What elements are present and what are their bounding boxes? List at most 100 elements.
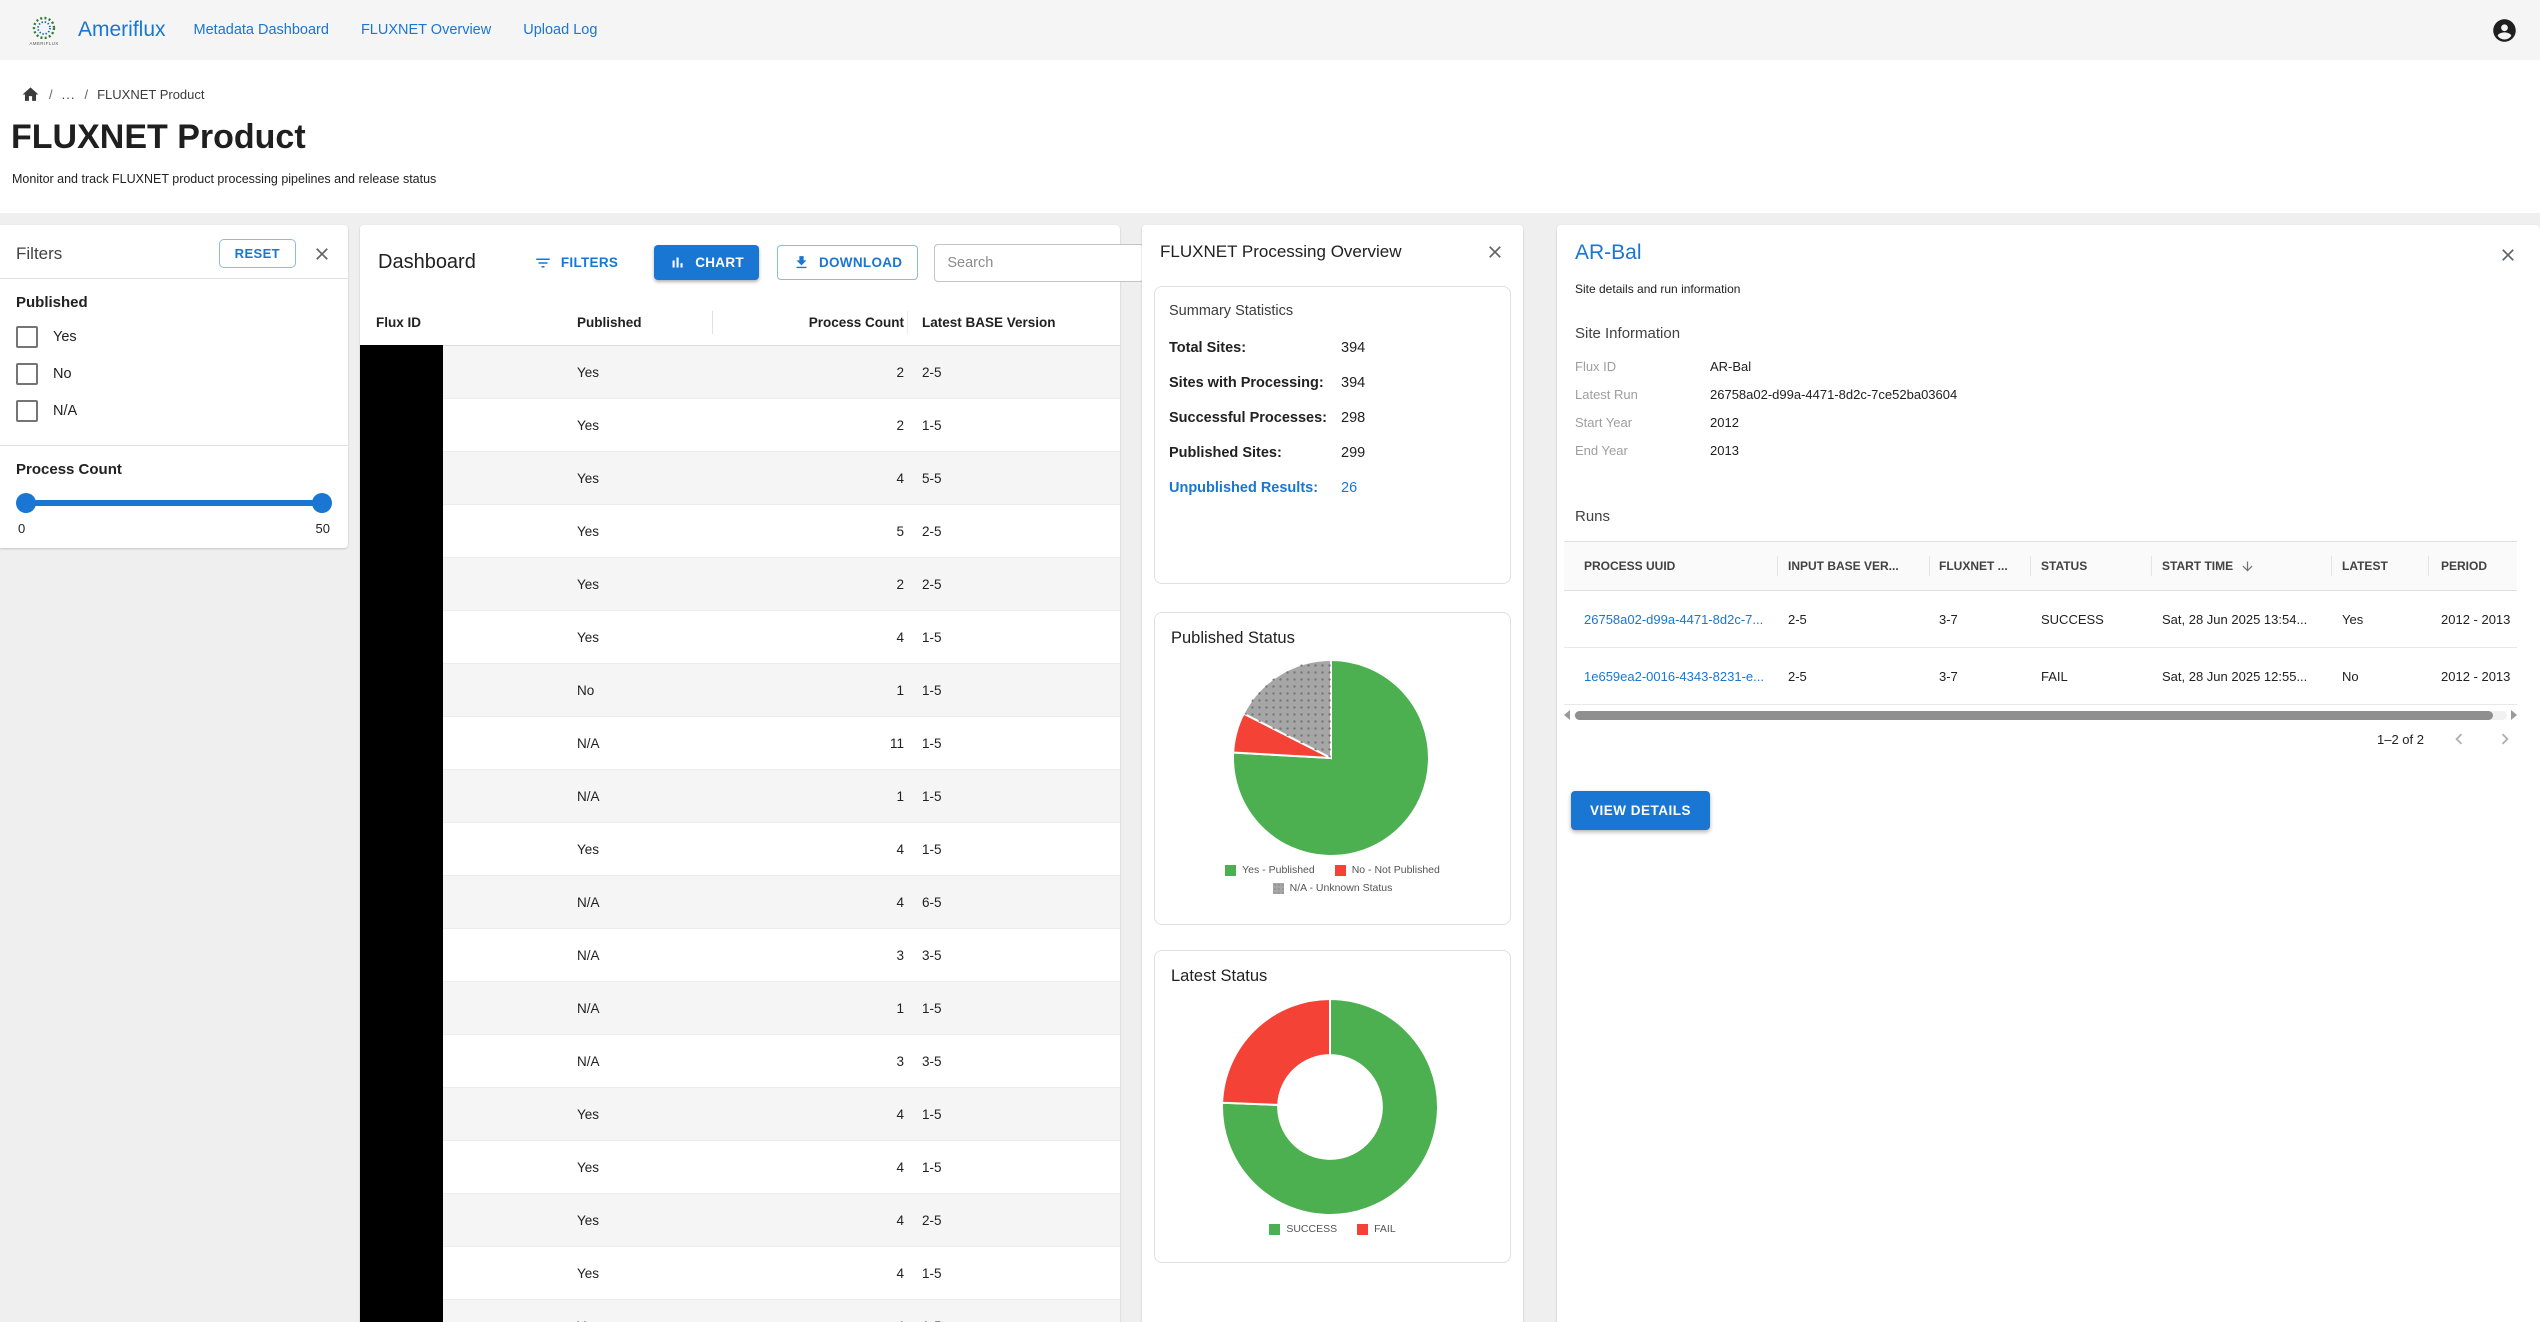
cell-process-count: 4 bbox=[713, 1107, 908, 1122]
column-header-flux-id[interactable]: Flux ID bbox=[360, 315, 559, 330]
cell-latest-base-version: 1-5 bbox=[908, 418, 1120, 433]
table-row[interactable]: Yes 2 2-5 bbox=[360, 346, 1120, 399]
table-row[interactable]: N/A 3 3-5 bbox=[360, 1035, 1120, 1088]
cell-latest-base-version: 6-5 bbox=[908, 895, 1120, 910]
brand-name[interactable]: Ameriflux bbox=[78, 18, 166, 42]
sort-desc-icon[interactable] bbox=[2240, 559, 2255, 574]
cell-period: 2012 - 2013 bbox=[2428, 612, 2517, 627]
filters-button[interactable]: FILTERS bbox=[534, 254, 618, 272]
close-icon[interactable] bbox=[1485, 242, 1505, 262]
column-header-latest[interactable]: LATEST bbox=[2331, 559, 2428, 573]
search-input[interactable] bbox=[934, 244, 1144, 282]
table-row[interactable]: Yes 4 1-5 bbox=[360, 1141, 1120, 1194]
cell-latest-base-version: 1-5 bbox=[908, 789, 1120, 804]
ameriflux-logo[interactable]: AMERIFLUX bbox=[22, 15, 66, 46]
cell-published: Yes bbox=[559, 365, 713, 380]
site-information-title: Site Information bbox=[1575, 325, 1680, 342]
process-count-slider[interactable] bbox=[19, 493, 329, 513]
published-status-pie-chart bbox=[1221, 648, 1441, 868]
pagination-next-icon[interactable] bbox=[2494, 728, 2516, 750]
cell-published: N/A bbox=[559, 948, 713, 963]
nav-link-upload-log[interactable]: Upload Log bbox=[523, 22, 597, 38]
table-row[interactable]: N/A 4 6-5 bbox=[360, 876, 1120, 929]
nav-link-fluxnet-overview[interactable]: FLUXNET Overview bbox=[361, 22, 491, 38]
cell-process-count: 3 bbox=[713, 948, 908, 963]
stat-label: Sites with Processing: bbox=[1169, 371, 1341, 395]
chart-button[interactable]: CHART bbox=[654, 245, 759, 280]
cell-latest-base-version: 1-5 bbox=[908, 1266, 1120, 1281]
summary-statistics-title: Summary Statistics bbox=[1169, 303, 1496, 319]
column-separator bbox=[1777, 556, 1778, 576]
checkbox-icon[interactable] bbox=[16, 400, 38, 422]
account-icon[interactable] bbox=[2491, 17, 2518, 44]
download-button[interactable]: DOWNLOAD bbox=[777, 245, 918, 280]
legend-item-success[interactable]: SUCCESS bbox=[1269, 1223, 1337, 1235]
checkbox-icon[interactable] bbox=[16, 363, 38, 385]
scrollbar-thumb[interactable] bbox=[1575, 711, 2493, 720]
column-separator bbox=[1929, 556, 1930, 576]
table-row[interactable]: N/A 11 1-5 bbox=[360, 717, 1120, 770]
scroll-right-arrow-icon[interactable] bbox=[2511, 710, 2517, 720]
column-header-process-count[interactable]: Process Count bbox=[713, 315, 908, 330]
process-uuid-link[interactable]: 1e659ea2-0016-4343-8231-e... bbox=[1564, 669, 1777, 684]
pagination-prev-icon[interactable] bbox=[2448, 728, 2470, 750]
column-header-period[interactable]: PERIOD bbox=[2428, 559, 2517, 573]
cell-latest-base-version: 2-5 bbox=[908, 365, 1120, 380]
scrollbar-track[interactable] bbox=[1574, 711, 2507, 720]
table-row[interactable]: N/A 1 1-5 bbox=[360, 770, 1120, 823]
cell-published: Yes bbox=[559, 1107, 713, 1122]
reset-button[interactable]: RESET bbox=[219, 239, 296, 268]
table-row[interactable]: No 1 1-5 bbox=[360, 664, 1120, 717]
pie-slice[interactable] bbox=[1222, 999, 1330, 1105]
scroll-left-arrow-icon[interactable] bbox=[1564, 710, 1570, 720]
table-row[interactable]: Yes 4 1-5 bbox=[360, 1088, 1120, 1141]
column-header-process-uuid[interactable]: PROCESS UUID bbox=[1564, 559, 1777, 573]
horizontal-scrollbar[interactable] bbox=[1564, 708, 2517, 722]
table-row[interactable]: Yes 4 1-5 bbox=[360, 823, 1120, 876]
checkbox-na[interactable]: N/A bbox=[16, 400, 332, 422]
column-header-start-time[interactable]: START TIME bbox=[2151, 559, 2331, 574]
column-header-status[interactable]: STATUS bbox=[2030, 559, 2151, 573]
table-row[interactable]: N/A 3 3-5 bbox=[360, 929, 1120, 982]
nav-link-metadata-dashboard[interactable]: Metadata Dashboard bbox=[194, 22, 329, 38]
close-icon[interactable] bbox=[312, 244, 332, 264]
home-icon[interactable] bbox=[21, 85, 40, 104]
cell-process-count: 2 bbox=[713, 365, 908, 380]
process-uuid-link[interactable]: 26758a02-d99a-4471-8d2c-7... bbox=[1564, 612, 1777, 627]
cell-published: N/A bbox=[559, 895, 713, 910]
table-row[interactable]: Yes 4 1-5 bbox=[360, 611, 1120, 664]
slider-handle-max[interactable] bbox=[312, 493, 332, 513]
cell-latest-base-version: 2-5 bbox=[908, 577, 1120, 592]
checkbox-icon[interactable] bbox=[16, 326, 38, 348]
table-row[interactable]: Yes 4 5-5 bbox=[360, 452, 1120, 505]
slider-handle-min[interactable] bbox=[16, 493, 36, 513]
column-header-latest-base-version[interactable]: Latest BASE Version bbox=[908, 315, 1120, 330]
view-details-button[interactable]: VIEW DETAILS bbox=[1571, 791, 1710, 830]
cell-latest-base-version: 1-5 bbox=[908, 1001, 1120, 1016]
slider-track[interactable] bbox=[19, 500, 329, 506]
legend-item-fail[interactable]: FAIL bbox=[1357, 1223, 1396, 1235]
run-row[interactable]: 1e659ea2-0016-4343-8231-e... 2-5 3-7 FAI… bbox=[1564, 648, 2517, 705]
table-row[interactable]: Yes 2 1-5 bbox=[360, 399, 1120, 452]
legend-item-yes-published[interactable]: Yes - Published bbox=[1225, 864, 1315, 876]
site-title: AR-Bal bbox=[1575, 241, 1642, 265]
checkbox-yes[interactable]: Yes bbox=[16, 326, 332, 348]
table-row[interactable]: N/A 1 1-5 bbox=[360, 982, 1120, 1035]
column-header-input-base-version[interactable]: INPUT BASE VER... bbox=[1777, 559, 1929, 573]
checkbox-no[interactable]: No bbox=[16, 363, 332, 385]
table-row[interactable]: Yes 4 1-5 bbox=[360, 1300, 1120, 1322]
legend-item-na-unknown[interactable]: N/A - Unknown Status bbox=[1273, 882, 1393, 894]
close-icon[interactable] bbox=[2498, 245, 2518, 265]
page-header: / ... / FLUXNET Product FLUXNET Product … bbox=[0, 60, 2540, 213]
table-row[interactable]: Yes 4 1-5 bbox=[360, 1247, 1120, 1300]
legend-item-no-not-published[interactable]: No - Not Published bbox=[1335, 864, 1440, 876]
column-header-fluxnet[interactable]: FLUXNET ... bbox=[1929, 559, 2030, 573]
redaction-overlay bbox=[360, 345, 443, 1322]
table-row[interactable]: Yes 2 2-5 bbox=[360, 558, 1120, 611]
column-header-published[interactable]: Published bbox=[559, 315, 713, 330]
field-value: AR-Bal bbox=[1710, 359, 1751, 374]
table-row[interactable]: Yes 4 2-5 bbox=[360, 1194, 1120, 1247]
table-row[interactable]: Yes 5 2-5 bbox=[360, 505, 1120, 558]
breadcrumb-ellipsis[interactable]: ... bbox=[62, 87, 76, 102]
run-row[interactable]: 26758a02-d99a-4471-8d2c-7... 2-5 3-7 SUC… bbox=[1564, 591, 2517, 648]
